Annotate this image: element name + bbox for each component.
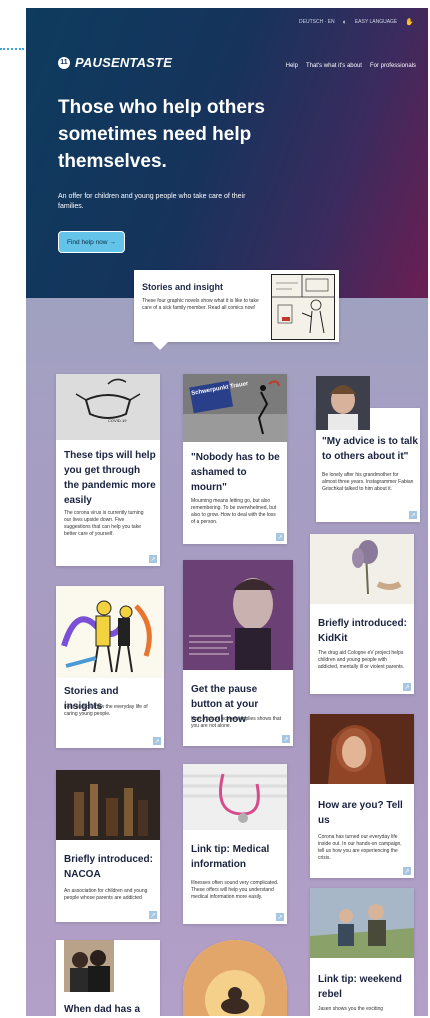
find-help-button[interactable]: Find help now → xyxy=(58,231,125,253)
article-card-pause-button[interactable]: Get the pause button at your school now … xyxy=(183,560,293,746)
mask-image: COVID-19 xyxy=(56,374,160,440)
portrait-image xyxy=(183,560,293,670)
father-son-image xyxy=(64,940,114,992)
dotted-line xyxy=(0,48,24,50)
card-title: How are you? Tell us xyxy=(318,800,403,826)
article-card-pandemic-tips[interactable]: COVID-19 These tips will help you get th… xyxy=(56,374,160,566)
card-title: "My advice is to talk to others about it… xyxy=(322,436,418,462)
stethoscope-image xyxy=(183,764,287,830)
article-card-weekend-rebel[interactable]: Link tip: weekend rebel Jasen shows you … xyxy=(310,888,414,1016)
card-text: An association for children and young pe… xyxy=(64,888,148,901)
hand-icon: ✋ xyxy=(405,19,414,26)
card-text: The drug aid Cologne eV project helps ch… xyxy=(318,650,405,670)
arrow-icon: ↗ xyxy=(276,913,284,921)
article-card-mourning[interactable]: Schwerpunkt Trauer "Nobody has to be ash… xyxy=(183,374,287,544)
card-text: Illnesses often sound very complicated. … xyxy=(191,880,279,900)
bottles-image xyxy=(56,770,160,840)
card-title: Link tip: weekend rebel xyxy=(318,974,402,1000)
flowers-image xyxy=(310,534,414,604)
arrow-icon: ↗ xyxy=(409,511,417,519)
article-card-stories[interactable]: Stories and insights Four comics show th… xyxy=(56,586,164,748)
logo-text: PAUSENTASTE xyxy=(75,55,173,70)
main-nav: Help That's what it's about For professi… xyxy=(286,63,416,69)
arrow-icon: ↗ xyxy=(149,555,157,563)
arrow-icon: ↗ xyxy=(282,735,290,743)
stories-callout[interactable]: Stories and insight These four graphic n… xyxy=(134,270,339,350)
stories-description: These four graphic novels show what it i… xyxy=(142,298,259,311)
card-text: Four comics show the everyday life of ca… xyxy=(64,704,148,717)
stories-title: Stories and insight xyxy=(142,282,224,292)
card-text: The corona virus is currently turning ou… xyxy=(64,510,144,537)
card-title: Link tip: Medical information xyxy=(191,844,270,870)
arrow-icon: ↗ xyxy=(149,911,157,919)
card-text: Corona has turned our everyday life insi… xyxy=(318,834,402,861)
card-title: Briefly introduced: NACOA xyxy=(64,854,153,880)
graffiti-image: Schwerpunkt Trauer xyxy=(183,374,287,442)
hero-section: DEUTSCH · EN ◐ EASY LANGUAGE ✋ 11 PAUSEN… xyxy=(26,8,428,298)
card-title: When dad has a xyxy=(64,1004,141,1015)
father-son-rebel-image xyxy=(310,888,414,958)
hero-headline: Those who help others sometimes need hel… xyxy=(58,97,265,172)
article-card-dad[interactable]: When dad has a xyxy=(56,940,160,1016)
arrow-icon: ↗ xyxy=(403,867,411,875)
card-text: Be lonely after his grandmother for almo… xyxy=(322,472,414,492)
hero-subtitle: An offer for children and young people w… xyxy=(58,193,246,210)
girl-image xyxy=(310,714,414,784)
card-text: Mourning means letting go, but also reme… xyxy=(191,498,277,525)
covid-label: COVID-19 xyxy=(108,418,127,423)
sunset-image xyxy=(183,940,287,1016)
logo[interactable]: 11 PAUSENTASTE xyxy=(58,55,172,70)
nav-item-help[interactable]: Help xyxy=(286,63,298,69)
card-text: How a box of school supplies shows that … xyxy=(191,716,282,729)
young-man-image xyxy=(316,376,370,430)
arrow-icon: ↗ xyxy=(153,737,161,745)
nav-item-professionals[interactable]: For professionals xyxy=(370,63,416,69)
card-text: Jasen shows you the exciting xyxy=(318,1006,384,1012)
globe-icon: ◐ xyxy=(342,18,347,26)
article-card-medical-info[interactable]: Link tip: Medical information Illnesses … xyxy=(183,764,287,924)
arrow-icon: ↗ xyxy=(403,683,411,691)
article-card-how-are-you[interactable]: How are you? Tell us Corona has turned o… xyxy=(310,714,414,878)
article-card-nacoa[interactable]: Briefly introduced: NACOA An association… xyxy=(56,770,160,922)
card-title: "Nobody has to be ashamed to mourn" xyxy=(191,452,280,493)
card-title: These tips will help you get through the… xyxy=(64,450,156,506)
easy-language-link[interactable]: EASY LANGUAGE xyxy=(355,19,397,25)
comic-illustration xyxy=(56,586,164,678)
arrow-icon: ↗ xyxy=(276,533,284,541)
page-frame: DEUTSCH · EN ◐ EASY LANGUAGE ✋ 11 PAUSEN… xyxy=(26,8,428,1016)
article-card-advice[interactable]: "My advice is to talk to others about it… xyxy=(316,376,420,522)
article-card-kidkit[interactable]: Briefly introduced: KidKit The drug aid … xyxy=(310,534,414,694)
logo-mark: 11 xyxy=(58,56,70,69)
article-card-sunset[interactable] xyxy=(183,940,287,1016)
nav-item-about[interactable]: That's what it's about xyxy=(306,63,362,69)
card-title: Briefly introduced: KidKit xyxy=(318,618,407,644)
utility-bar: DEUTSCH · EN ◐ EASY LANGUAGE ✋ xyxy=(299,18,414,27)
language-switch[interactable]: DEUTSCH · EN xyxy=(299,19,335,25)
comic-image xyxy=(271,274,335,340)
